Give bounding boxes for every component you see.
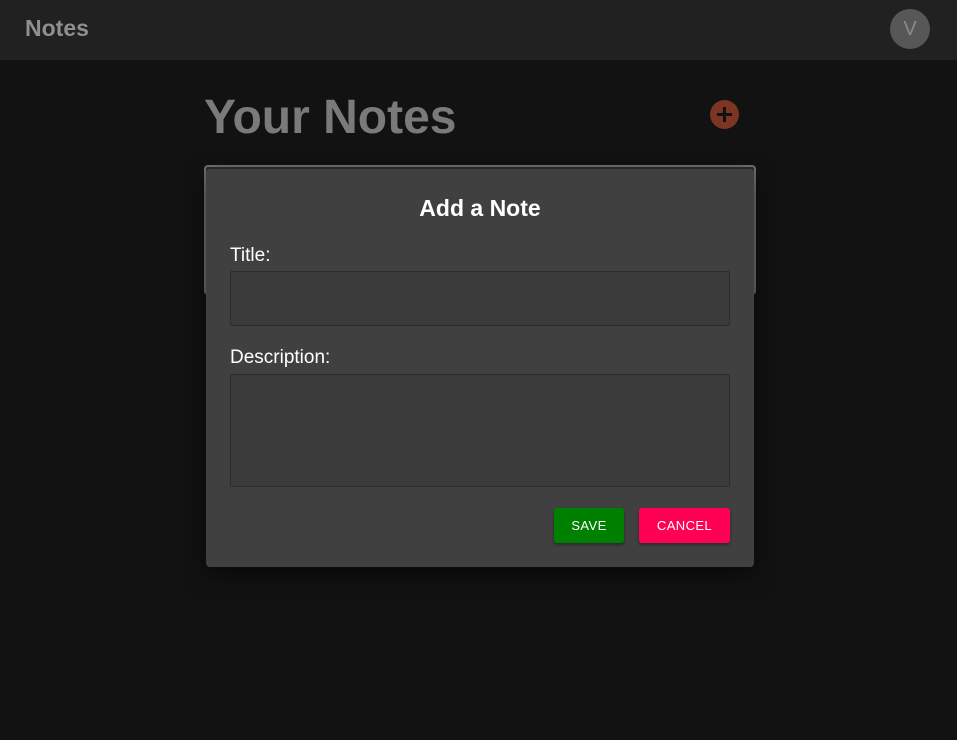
top-app-bar: Notes V <box>0 0 957 61</box>
title-input[interactable] <box>230 271 730 326</box>
plus-circle-icon <box>717 107 732 122</box>
add-note-dialog: Add a Note Title: Description: SAVE CANC… <box>206 169 754 567</box>
dialog-title: Add a Note <box>419 195 541 221</box>
page-title: Your Notes <box>204 91 457 144</box>
description-label: Description: <box>230 347 331 368</box>
add-note-button[interactable] <box>710 100 739 129</box>
user-avatar[interactable]: V <box>890 9 930 49</box>
app-title: Notes <box>25 15 89 41</box>
description-input[interactable] <box>230 374 730 487</box>
title-label: Title: <box>230 245 271 266</box>
save-button[interactable]: SAVE <box>554 508 624 543</box>
cancel-button[interactable]: CANCEL <box>639 508 730 543</box>
